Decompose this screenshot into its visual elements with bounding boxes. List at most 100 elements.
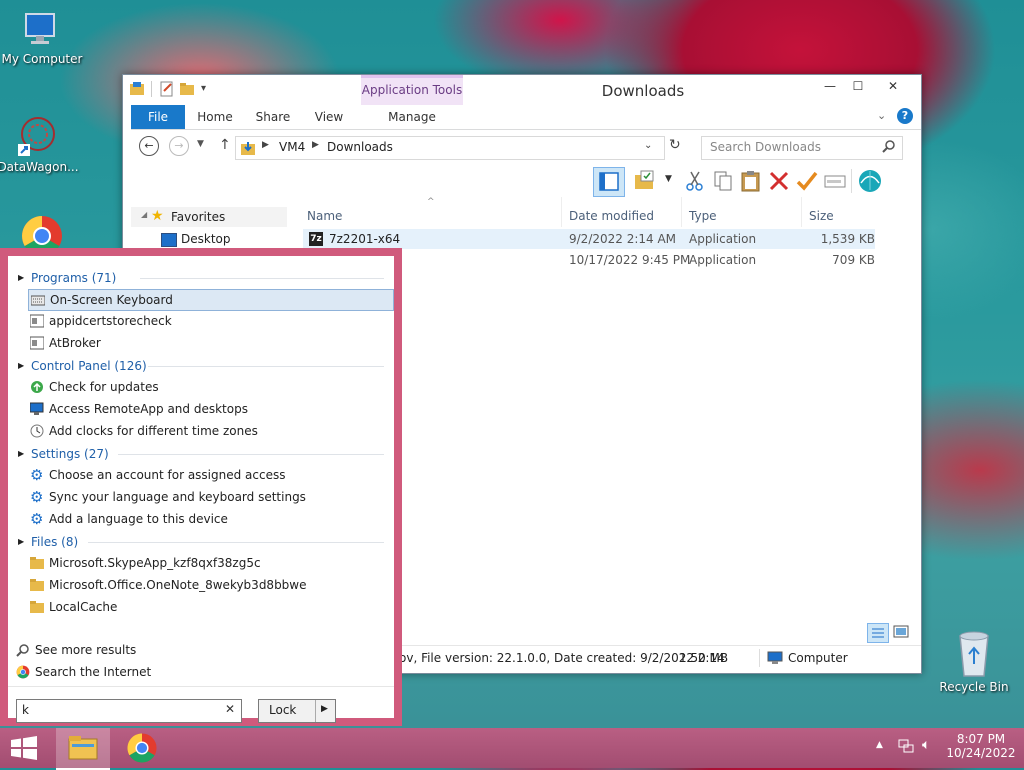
- details-view-button[interactable]: [867, 623, 889, 643]
- see-more-results[interactable]: See more results: [14, 640, 378, 660]
- sort-arrow-icon: ^: [427, 197, 435, 207]
- cut-icon[interactable]: [683, 169, 707, 193]
- see-more-label: See more results: [35, 643, 137, 657]
- result-add-language[interactable]: ⚙ Add a language to this device: [28, 509, 392, 529]
- file-row[interactable]: 7z 7z2201-x64 9/2/2022 2:14 AM Applicati…: [303, 229, 875, 249]
- result-atbroker[interactable]: AtBroker: [28, 333, 392, 353]
- desktop-icon-recycle-bin[interactable]: Recycle Bin: [932, 628, 1016, 694]
- result-label: Sync your language and keyboard settings: [49, 490, 306, 504]
- search-the-internet[interactable]: Search the Internet: [14, 662, 378, 682]
- preview-pane-button[interactable]: [593, 167, 625, 197]
- up-button[interactable]: ↑: [219, 137, 231, 153]
- maximize-button[interactable]: ☐: [845, 77, 871, 95]
- expand-arrow-icon[interactable]: ◢: [141, 210, 147, 219]
- taskbar-chrome[interactable]: [126, 732, 158, 764]
- result-on-screen-keyboard[interactable]: On-Screen Keyboard: [28, 289, 394, 311]
- result-access-remoteapp[interactable]: Access RemoteApp and desktops: [28, 399, 392, 419]
- tab-home[interactable]: Home: [193, 105, 237, 129]
- result-skypeapp-folder[interactable]: Microsoft.SkypeApp_kzf8qxf38zg5c: [28, 553, 392, 573]
- back-button[interactable]: ←: [139, 136, 159, 156]
- explorer-titlebar[interactable]: ▾ Application Tools Downloads — ☐ ✕: [123, 75, 921, 108]
- shell-icon[interactable]: [857, 168, 883, 194]
- address-dropdown-icon[interactable]: ⌄: [644, 140, 652, 151]
- close-button[interactable]: ✕: [873, 77, 913, 95]
- chrome-desktop-icon[interactable]: [20, 214, 64, 250]
- result-localcache-folder[interactable]: LocalCache: [28, 597, 392, 617]
- application-tools-contextual-tab: Application Tools: [361, 75, 463, 108]
- folder-properties-icon[interactable]: [129, 81, 145, 97]
- keyboard-icon: [30, 293, 46, 307]
- column-date-modified[interactable]: Date modified: [569, 205, 679, 227]
- recycle-bin-icon: [954, 628, 994, 678]
- tab-file[interactable]: File: [131, 105, 185, 129]
- result-sync-language[interactable]: ⚙ Sync your language and keyboard settin…: [28, 487, 392, 507]
- minimize-button[interactable]: —: [817, 77, 843, 95]
- nav-desktop[interactable]: Desktop: [131, 229, 287, 249]
- delete-icon[interactable]: [767, 169, 791, 193]
- lock-label: Lock: [269, 703, 297, 717]
- recent-locations-icon[interactable]: ▼: [197, 139, 204, 149]
- power-options-arrow-icon[interactable]: ▶: [321, 704, 328, 714]
- file-explorer-icon: [67, 733, 99, 761]
- result-appidcertstorecheck[interactable]: appidcertstorecheck: [28, 311, 392, 331]
- help-icon[interactable]: ?: [897, 108, 913, 124]
- result-add-clocks[interactable]: Add clocks for different time zones: [28, 421, 392, 441]
- new-folder-icon[interactable]: [179, 81, 195, 97]
- group-control-panel[interactable]: ▶ Control Panel (126): [18, 356, 384, 376]
- desktop-icon-my-computer[interactable]: My Computer: [0, 10, 84, 66]
- breadcrumb-vm4[interactable]: VM4: [279, 140, 305, 154]
- start-search-panel: ▶ Programs (71) On-Screen Keyboard appid…: [0, 248, 402, 726]
- start-button[interactable]: [8, 734, 40, 762]
- refresh-button[interactable]: ↻: [669, 137, 681, 153]
- tab-view[interactable]: View: [307, 105, 351, 129]
- properties-icon[interactable]: [159, 81, 175, 97]
- folder-options-dropdown-icon[interactable]: ▼: [665, 174, 672, 184]
- result-choose-account[interactable]: ⚙ Choose an account for assigned access: [28, 465, 392, 485]
- clear-search-icon[interactable]: ✕: [225, 702, 235, 716]
- column-name[interactable]: Name: [307, 205, 557, 227]
- customize-toolbar-icon[interactable]: ▾: [201, 83, 206, 94]
- tab-share[interactable]: Share: [251, 105, 295, 129]
- breadcrumb-separator-icon: ▶: [262, 140, 269, 150]
- taskbar-file-explorer[interactable]: [56, 728, 110, 770]
- lock-button[interactable]: Lock ▶: [258, 699, 336, 723]
- address-bar[interactable]: ▶ VM4 ▶ Downloads ⌄: [235, 136, 665, 160]
- file-type: Application: [689, 232, 757, 246]
- clock[interactable]: 8:07 PM 10/24/2022: [946, 732, 1016, 760]
- nav-favorites-label: Favorites: [171, 210, 226, 224]
- file-name: 7z2201-x64: [329, 232, 401, 246]
- large-icons-view-button[interactable]: [891, 623, 911, 641]
- expand-ribbon-icon[interactable]: ⌄: [877, 109, 886, 122]
- forward-button[interactable]: →: [169, 136, 189, 156]
- search-downloads-input[interactable]: Search Downloads: [701, 136, 903, 160]
- clock-time: 8:07 PM: [956, 732, 1006, 746]
- result-onenote-folder[interactable]: Microsoft.Office.OneNote_8wekyb3d8bbwe: [28, 575, 392, 595]
- column-type[interactable]: Type: [689, 205, 789, 227]
- search-internet-label: Search the Internet: [35, 665, 152, 679]
- collapse-arrow-icon: ▶: [18, 449, 25, 458]
- folder-icon: [30, 600, 44, 614]
- group-settings[interactable]: ▶ Settings (27): [18, 444, 384, 464]
- network-icon[interactable]: [898, 738, 914, 754]
- start-search-input[interactable]: k ✕: [16, 699, 242, 723]
- quick-access-toolbar: ▾: [129, 81, 225, 99]
- result-check-for-updates[interactable]: Check for updates: [28, 377, 392, 397]
- breadcrumb-downloads[interactable]: Downloads: [327, 140, 393, 154]
- search-results: ▶ Programs (71) On-Screen Keyboard appid…: [8, 256, 394, 723]
- star-icon: ★: [151, 208, 164, 224]
- copy-icon[interactable]: [711, 169, 735, 193]
- group-programs[interactable]: ▶ Programs (71): [18, 268, 384, 288]
- folder-options-icon[interactable]: [633, 169, 657, 193]
- nav-favorites[interactable]: ◢ ★ Favorites: [131, 207, 287, 227]
- apply-check-icon[interactable]: [795, 169, 819, 193]
- group-files[interactable]: ▶ Files (8): [18, 532, 384, 552]
- desktop-icon-datawagon[interactable]: DataWagon...: [0, 114, 80, 174]
- column-size[interactable]: Size: [809, 205, 869, 227]
- tab-manage[interactable]: Manage: [361, 105, 463, 129]
- volume-icon[interactable]: 🔈︎: [922, 737, 930, 753]
- show-hidden-icons[interactable]: ▲: [876, 740, 883, 750]
- collapse-arrow-icon: ▶: [18, 361, 25, 370]
- group-label: Programs (71): [31, 271, 117, 285]
- paste-icon[interactable]: [739, 169, 763, 193]
- rename-icon[interactable]: [823, 169, 847, 193]
